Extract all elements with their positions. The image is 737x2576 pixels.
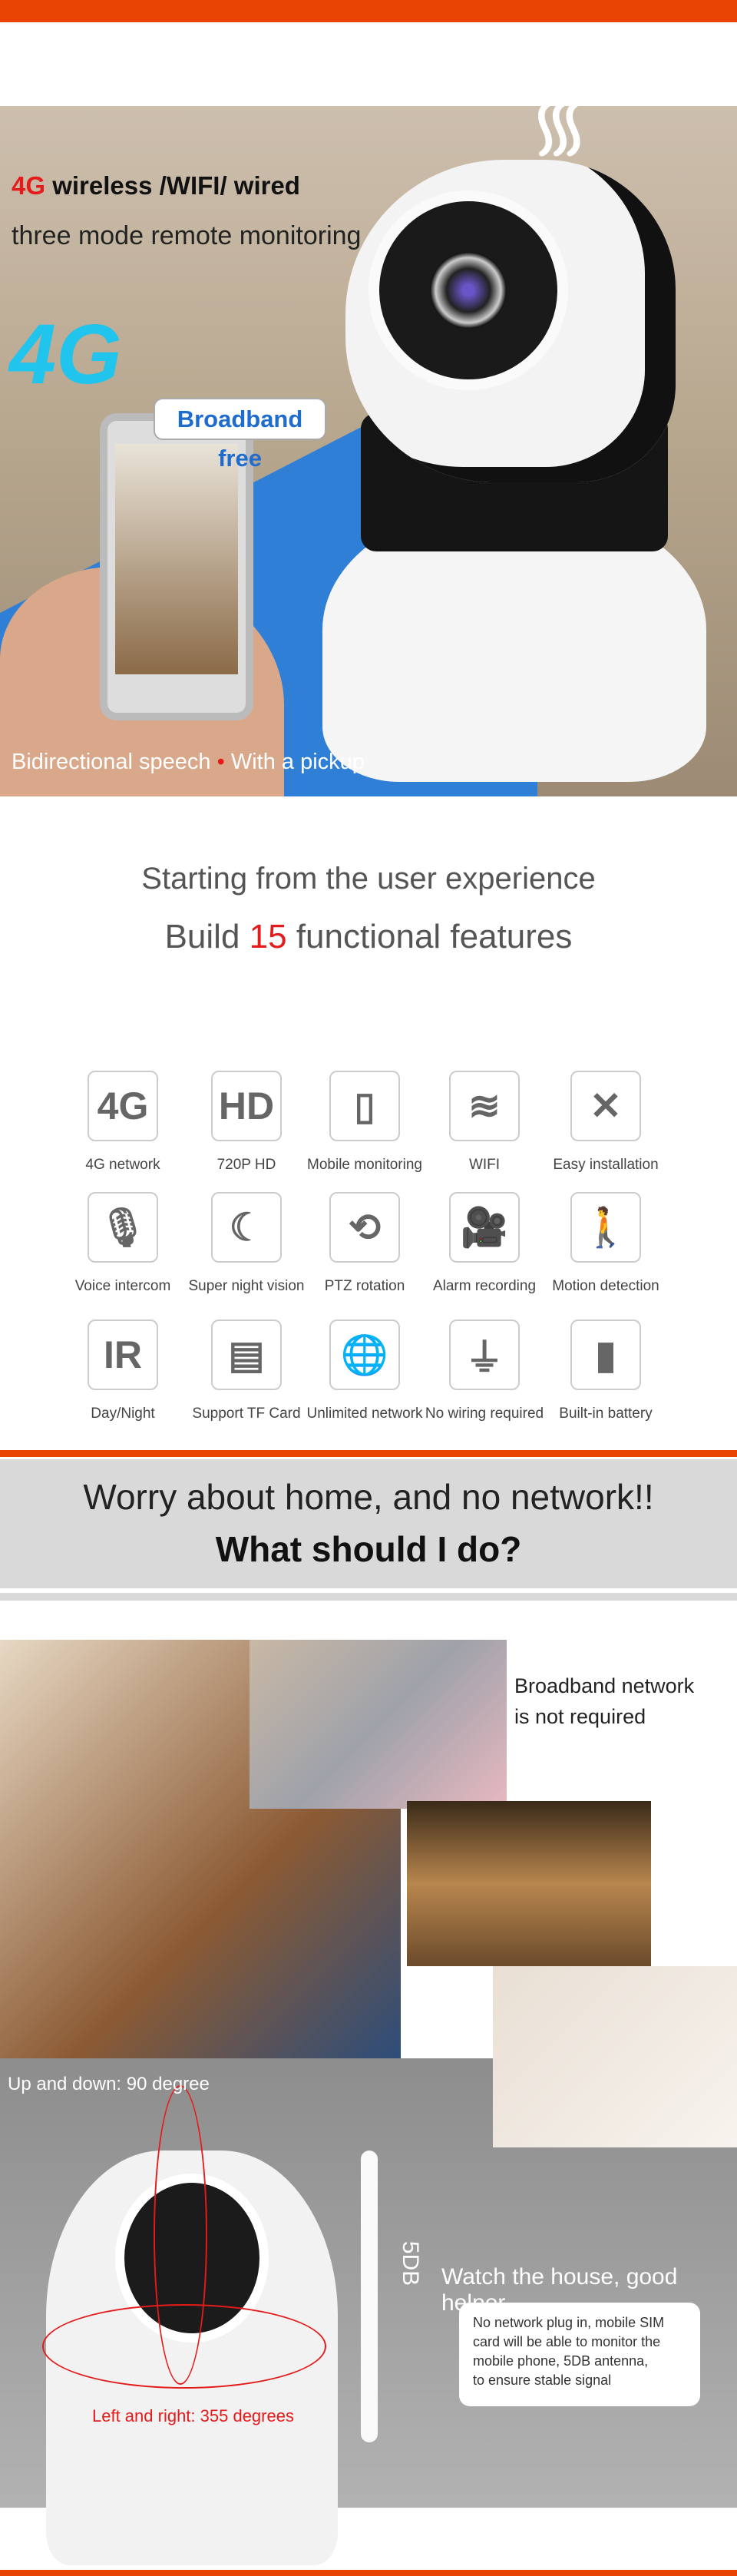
hero-subline: three mode remote monitoring xyxy=(12,221,362,250)
feature-label: Super night vision xyxy=(188,1278,305,1294)
feature-label: 720P HD xyxy=(216,1157,276,1173)
walking-person-icon: 🚶 xyxy=(570,1192,641,1263)
phone-screen xyxy=(115,444,238,674)
helper-line: to ensure stable signal xyxy=(473,2372,612,2388)
hero-headline: 4G wireless /WIFI/ wired xyxy=(12,171,300,200)
feature-label: Unlimited network xyxy=(306,1406,423,1422)
feature-label: No wiring required xyxy=(425,1406,544,1422)
caption-separator: • xyxy=(216,750,225,774)
broadband-free-badge: Broadband free xyxy=(154,398,326,472)
rotation-icon: ⟲ xyxy=(329,1192,400,1263)
helper-description: No network plug in, mobile SIM card will… xyxy=(459,2303,700,2406)
section-divider xyxy=(0,1450,737,1457)
hd-icon: HD xyxy=(211,1071,282,1141)
baby-photo xyxy=(493,1966,737,2147)
feature-label: PTZ rotation xyxy=(324,1278,405,1294)
feature-label: Built-in battery xyxy=(559,1406,653,1422)
feature-item: ⏚ No wiring required xyxy=(419,1319,550,1422)
horizontal-rotation-ring xyxy=(42,2304,326,2389)
feature-item: ≋ WIFI xyxy=(419,1071,550,1174)
feature-item: 🌐 Unlimited network xyxy=(299,1319,430,1422)
feature-item: 4G 4G network xyxy=(58,1071,188,1174)
broadband-note: Broadband network is not required xyxy=(514,1670,694,1732)
feature-item: ☾ Super night vision xyxy=(181,1192,312,1295)
moon-stars-icon: ☾ xyxy=(211,1192,282,1263)
antenna xyxy=(361,2151,378,2442)
antenna-gain-label: 5DB xyxy=(398,2240,424,2286)
feature-label: Easy installation xyxy=(553,1157,659,1173)
feature-item: 🚶 Motion detection xyxy=(540,1192,671,1295)
clothing-store-photo xyxy=(407,1801,651,1966)
gray-divider xyxy=(0,1593,737,1601)
feature-label: Support TF Card xyxy=(192,1406,301,1422)
phone-icon: ▯ xyxy=(329,1071,400,1141)
left-right-label: Left and right: 355 degrees xyxy=(92,2406,294,2425)
bottom-accent-bar xyxy=(0,2570,737,2576)
feature-item: 🎙 Voice intercom xyxy=(58,1192,188,1295)
camera-lens xyxy=(430,252,507,329)
top-accent-bar xyxy=(0,0,737,22)
feature-item: ▤ Support TF Card xyxy=(181,1319,312,1422)
intro-post: functional features xyxy=(286,918,573,955)
headline-rest: wireless /WIFI/ wired xyxy=(45,171,300,200)
feature-item: ▯ Mobile monitoring xyxy=(299,1071,430,1174)
up-down-label: Up and down: 90 degree xyxy=(8,2074,210,2094)
broadband-line2: is not required xyxy=(514,1705,646,1728)
elderly-couple-photo xyxy=(250,1640,507,1809)
battery-icon: ▮ xyxy=(570,1319,641,1390)
feature-item: IR Day/Night xyxy=(58,1319,188,1422)
plug-icon: ⏚ xyxy=(449,1319,520,1390)
feature-item: 🎥 Alarm recording xyxy=(419,1192,550,1295)
helper-line: card will be able to monitor the xyxy=(473,2334,661,2349)
ir-icon: IR xyxy=(88,1319,158,1390)
feature-label: Mobile monitoring xyxy=(307,1157,422,1173)
feature-label: Voice intercom xyxy=(74,1278,171,1294)
feature-label: Day/Night xyxy=(91,1406,155,1422)
feature-label: WIFI xyxy=(468,1157,501,1173)
caption-left: Bidirectional speech xyxy=(12,750,211,774)
feature-label: Alarm recording xyxy=(432,1278,537,1294)
features-intro-line2: Build 15 functional features xyxy=(0,918,737,956)
feature-item: ▮ Built-in battery xyxy=(540,1319,671,1422)
worry-line1: Worry about home, and no network!! xyxy=(83,1477,654,1517)
tools-icon: ✕ xyxy=(570,1071,641,1141)
helper-line: No network plug in, mobile SIM xyxy=(473,2315,665,2330)
4g-icon: 4G xyxy=(88,1071,158,1141)
worry-line2: What should I do? xyxy=(215,1529,522,1569)
intro-pre: Build xyxy=(164,918,250,955)
wifi-icon: ≋ xyxy=(449,1071,520,1141)
broadband-line1: Broadband network xyxy=(514,1674,695,1697)
feature-item: ✕ Easy installation xyxy=(540,1071,671,1174)
globe-icon: 🌐 xyxy=(329,1319,400,1390)
4g-logo: 4G xyxy=(9,307,122,402)
helper-line: mobile phone, 5DB antenna, xyxy=(473,2353,649,2369)
feature-item: HD 720P HD xyxy=(181,1071,312,1174)
intro-count: 15 xyxy=(249,918,287,955)
caption-right: With a pickup xyxy=(230,750,365,774)
feature-item: ⟲ PTZ rotation xyxy=(299,1192,430,1295)
video-camera-icon: 🎥 xyxy=(449,1192,520,1263)
hero-banner: ᯾ 4G wireless /WIFI/ wired three mode re… xyxy=(0,106,737,796)
microphone-icon: 🎙 xyxy=(88,1192,158,1263)
feature-label: 4G network xyxy=(85,1157,160,1173)
headline-4g: 4G xyxy=(12,171,46,200)
features-intro-line1: Starting from the user experience xyxy=(141,862,596,896)
feature-label: Motion detection xyxy=(552,1278,659,1294)
sd-card-icon: ▤ xyxy=(211,1319,282,1390)
hero-caption: Bidirectional speech • With a pickup xyxy=(12,750,365,775)
